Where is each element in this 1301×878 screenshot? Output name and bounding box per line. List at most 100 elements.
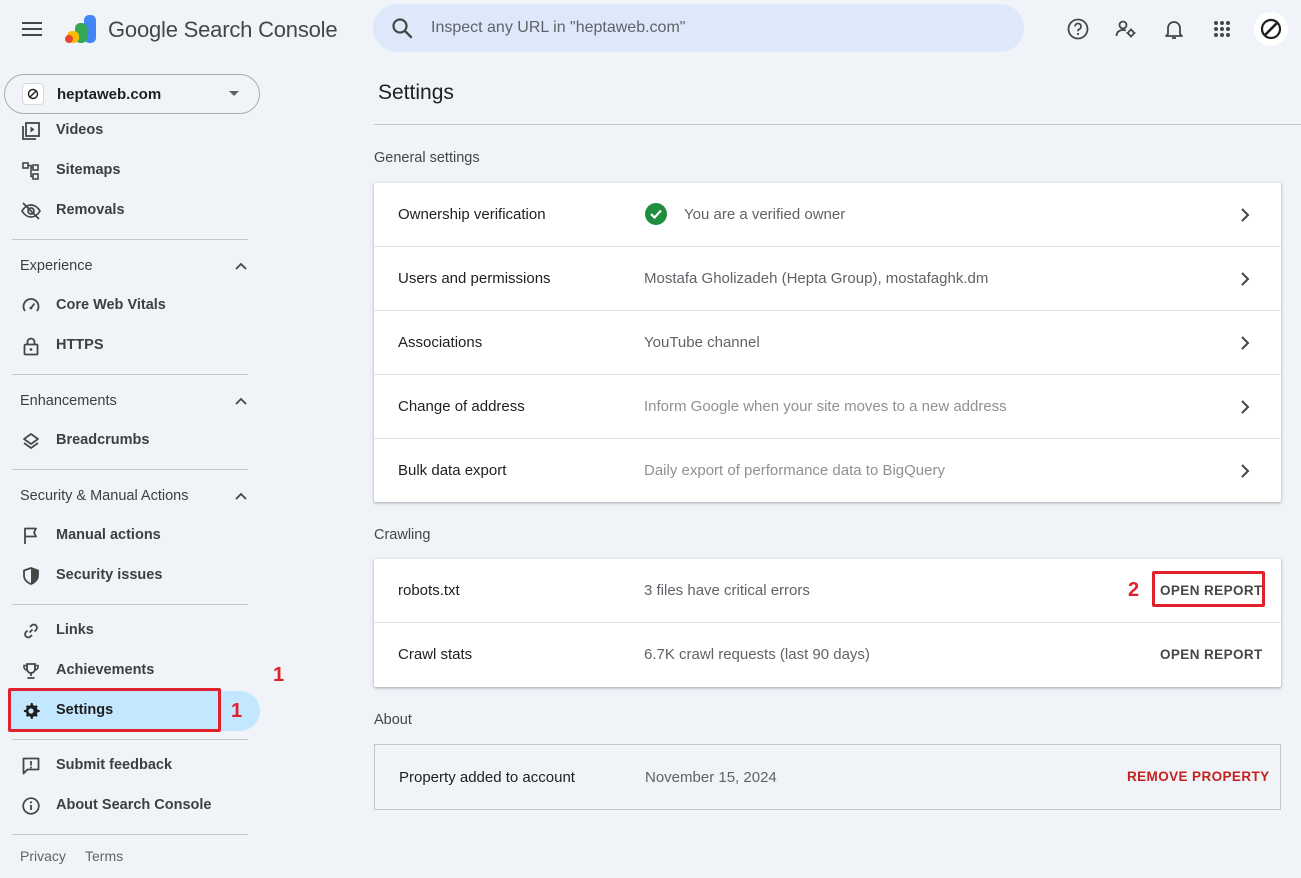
title-divider: [374, 124, 1301, 125]
help-icon: [1067, 18, 1089, 40]
sidebar-divider: [12, 469, 248, 470]
chevron-right-icon: [1241, 464, 1250, 478]
sidebar-item-label: Submit feedback: [56, 757, 173, 773]
sidebar-item-breadcrumbs[interactable]: Breadcrumbs: [8, 421, 260, 461]
sidebar-item-videos[interactable]: Videos: [8, 111, 260, 151]
row-value: You are a verified owner: [684, 206, 846, 223]
row-label: Associations: [398, 334, 483, 351]
row-label: robots.txt: [398, 582, 460, 599]
chevron-up-icon[interactable]: [235, 396, 247, 406]
sidebar-item-label: Sitemaps: [56, 162, 121, 178]
help-button[interactable]: [1062, 13, 1094, 45]
manage-users-button[interactable]: [1110, 13, 1142, 45]
sidebar-item-label: Security issues: [56, 567, 163, 583]
row-value: YouTube channel: [644, 334, 760, 351]
account-avatar[interactable]: [1254, 12, 1288, 46]
remove-property-button[interactable]: REMOVE PROPERTY: [1127, 769, 1270, 784]
annotation-number: 1: [273, 664, 285, 686]
sidebar-divider: [12, 834, 248, 835]
sidebar-section-experience[interactable]: Experience: [20, 258, 93, 274]
row-label: Users and permissions: [398, 270, 551, 287]
row-value: Daily export of performance data to BigQ…: [644, 462, 945, 479]
chevron-right-icon: [1241, 336, 1250, 350]
property-favicon: [22, 83, 44, 105]
lock-icon: [20, 336, 42, 356]
sidebar-item-core-web-vitals[interactable]: Core Web Vitals: [8, 286, 260, 326]
sidebar-section-enhancements[interactable]: Enhancements: [20, 393, 117, 409]
general-settings-card: Ownership verification You are a verifie…: [374, 183, 1281, 502]
sidebar-divider: [12, 374, 248, 375]
sidebar-item-submit-feedback[interactable]: Submit feedback: [8, 746, 260, 786]
section-label-about: About: [374, 712, 412, 728]
speed-gauge-icon: [20, 296, 42, 316]
info-icon: [20, 796, 42, 816]
link-icon: [20, 621, 42, 641]
row-value: 6.7K crawl requests (last 90 days): [644, 646, 870, 663]
row-crawl-stats: Crawl stats 6.7K crawl requests (last 90…: [374, 623, 1281, 687]
property-name: heptaweb.com: [57, 86, 162, 103]
app-header: Google Search Console Inspect any URL in…: [0, 0, 1301, 58]
row-bulk-data-export[interactable]: Bulk data export Daily export of perform…: [374, 439, 1281, 503]
chevron-up-icon[interactable]: [235, 491, 247, 501]
bell-icon: [1165, 21, 1183, 39]
row-ownership-verification[interactable]: Ownership verification You are a verifie…: [374, 183, 1281, 247]
chevron-down-icon: [229, 91, 239, 96]
property-logo-icon: [27, 88, 39, 100]
chevron-up-icon[interactable]: [235, 261, 247, 271]
sidebar-item-label: Core Web Vitals: [56, 297, 166, 313]
notifications-button[interactable]: [1158, 13, 1190, 45]
row-value: 3 files have critical errors: [644, 582, 810, 599]
search-icon: [392, 18, 413, 39]
app-title: Google Search Console: [108, 17, 338, 42]
sidebar-item-label: Removals: [56, 202, 125, 218]
sidebar-item-manual-actions[interactable]: Manual actions: [8, 516, 260, 556]
sidebar-divider: [12, 604, 248, 605]
sidebar-item-links[interactable]: Links: [8, 611, 260, 651]
terms-link[interactable]: Terms: [85, 848, 123, 864]
sidebar-item-label: Breadcrumbs: [56, 432, 150, 448]
sidebar-item-label: About Search Console: [56, 797, 212, 813]
annotation-number: 1: [231, 700, 243, 722]
search-input[interactable]: Inspect any URL in "heptaweb.com": [431, 19, 685, 37]
url-inspect-search[interactable]: Inspect any URL in "heptaweb.com": [373, 4, 1024, 52]
sidebar-section-security[interactable]: Security & Manual Actions: [20, 488, 188, 504]
menu-button[interactable]: [18, 16, 46, 42]
chevron-right-icon: [1241, 208, 1250, 222]
open-report-button[interactable]: OPEN REPORT: [1160, 647, 1263, 662]
sidebar-divider: [12, 239, 248, 240]
row-robots-txt: robots.txt 3 files have critical errors …: [374, 559, 1281, 623]
verified-check-icon: [645, 203, 667, 225]
sidebar-item-label: HTTPS: [56, 337, 104, 353]
about-card: Property added to account November 15, 2…: [374, 744, 1281, 810]
sidebar-item-https[interactable]: HTTPS: [8, 326, 260, 366]
annotation-highlight-settings: [8, 688, 221, 732]
trophy-icon: [20, 661, 42, 681]
sidebar-item-label: Links: [56, 622, 94, 638]
sidebar-item-label: Videos: [56, 122, 104, 138]
layers-icon: [20, 431, 42, 451]
privacy-link[interactable]: Privacy: [20, 848, 66, 864]
manage-users-icon: [1115, 20, 1136, 38]
row-users-permissions[interactable]: Users and permissions Mostafa Gholizadeh…: [374, 247, 1281, 311]
annotation-highlight-open-report: [1152, 571, 1265, 607]
chevron-right-icon: [1241, 400, 1250, 414]
video-library-icon: [20, 121, 42, 141]
sidebar-item-about[interactable]: About Search Console: [8, 786, 260, 826]
menu-icon: [22, 22, 42, 36]
property-selector[interactable]: heptaweb.com: [4, 74, 260, 114]
row-change-of-address[interactable]: Change of address Inform Google when you…: [374, 375, 1281, 439]
row-label: Bulk data export: [398, 462, 507, 479]
sidebar-item-achievements[interactable]: Achievements: [8, 651, 260, 691]
section-label-crawling: Crawling: [374, 527, 431, 543]
feedback-icon: [20, 756, 42, 776]
shield-icon: [20, 566, 42, 586]
avatar: [1260, 18, 1282, 40]
sidebar-item-security-issues[interactable]: Security issues: [8, 556, 260, 596]
row-associations[interactable]: Associations YouTube channel: [374, 311, 1281, 375]
sidebar-item-sitemaps[interactable]: Sitemaps: [8, 151, 260, 191]
apps-grid-icon: [1214, 21, 1230, 37]
sidebar-item-removals[interactable]: Removals: [8, 191, 260, 231]
row-label: Ownership verification: [398, 206, 546, 223]
apps-button[interactable]: [1206, 13, 1238, 45]
visibility-off-icon: [20, 201, 42, 221]
